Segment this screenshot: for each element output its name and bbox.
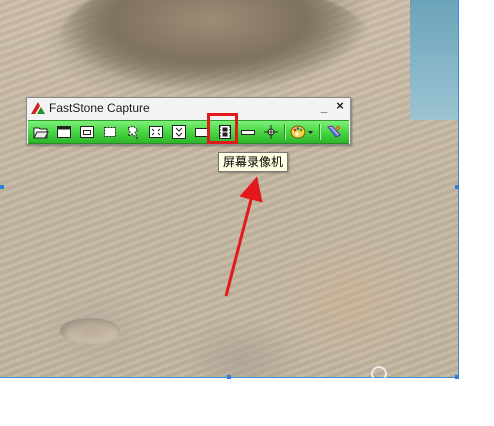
capture-window-object-icon <box>80 126 94 138</box>
capture-menu-icon <box>241 130 255 135</box>
capture-scrolling-window-icon <box>172 125 186 139</box>
crosshair-icon <box>264 125 278 139</box>
faststone-logo-icon <box>31 102 45 114</box>
screen-recorder-tooltip: 屏幕录像机 <box>218 152 289 172</box>
settings-button[interactable] <box>326 124 342 140</box>
selection-border <box>0 0 459 378</box>
capture-full-screen-button[interactable] <box>148 124 164 140</box>
open-folder-icon <box>33 127 49 139</box>
toolbar-separator <box>319 124 321 140</box>
window-title: FastStone Capture <box>49 101 150 115</box>
open-folder-button[interactable] <box>33 124 49 140</box>
resize-handle-left[interactable] <box>0 185 4 189</box>
watermark-logo-icon <box>371 366 387 382</box>
faststone-capture-window: FastStone Capture _ × <box>26 97 351 145</box>
output-palette-icon <box>290 125 313 139</box>
capture-toolbar <box>28 120 349 144</box>
capture-window-object-button[interactable] <box>79 124 95 140</box>
output-palette-button[interactable] <box>290 124 314 140</box>
crosshair-button[interactable] <box>263 124 279 140</box>
capture-rectangular-region-icon <box>104 127 116 137</box>
capture-scrolling-window-button[interactable] <box>171 124 187 140</box>
capture-full-screen-icon <box>149 126 163 138</box>
toolbar-separator <box>284 124 286 140</box>
highlight-box <box>207 113 238 144</box>
title-bar[interactable]: FastStone Capture _ × <box>27 98 350 118</box>
capture-menu-button[interactable] <box>240 124 256 140</box>
resize-handle-bottom-right[interactable] <box>455 375 459 379</box>
settings-icon <box>327 125 341 138</box>
resize-handle-right[interactable] <box>455 185 459 189</box>
capture-active-window-button[interactable] <box>56 124 72 140</box>
close-button[interactable]: × <box>334 99 346 113</box>
capture-freehand-region-icon <box>126 125 139 140</box>
capture-active-window-icon <box>57 126 71 138</box>
capture-freehand-region-button[interactable] <box>125 124 141 140</box>
capture-rectangular-region-button[interactable] <box>102 124 118 140</box>
resize-handle-bottom[interactable] <box>227 375 231 379</box>
minimize-button[interactable]: _ <box>318 100 330 114</box>
